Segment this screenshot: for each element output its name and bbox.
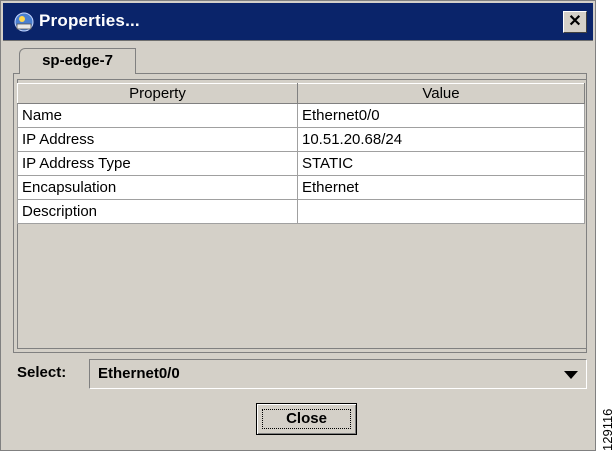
- property-cell[interactable]: IP Address Type: [17, 151, 298, 176]
- column-header-value[interactable]: Value: [297, 83, 585, 104]
- select-row: Select: Ethernet0/0: [13, 357, 587, 389]
- window-title: Properties...: [39, 11, 140, 30]
- tab-sp-edge-7[interactable]: sp-edge-7: [19, 48, 136, 74]
- column-header-property[interactable]: Property: [17, 83, 298, 104]
- property-cell[interactable]: Description: [17, 199, 298, 224]
- table-row[interactable]: IP Address 10.51.20.68/24: [17, 127, 585, 152]
- close-button[interactable]: Close: [256, 403, 357, 435]
- figure-id-label: 129116: [600, 408, 614, 451]
- table-header-row: Property Value: [17, 83, 585, 104]
- value-cell[interactable]: 10.51.20.68/24: [297, 127, 585, 152]
- property-cell[interactable]: Name: [17, 103, 298, 128]
- title-bar[interactable]: Properties... ✕: [3, 3, 593, 41]
- table-row[interactable]: Description: [17, 199, 585, 224]
- value-cell[interactable]: Ethernet0/0: [297, 103, 585, 128]
- value-cell[interactable]: Ethernet: [297, 175, 585, 200]
- properties-app-icon: [14, 12, 34, 32]
- interface-select-dropdown[interactable]: Ethernet0/0: [89, 359, 587, 389]
- select-value: Ethernet0/0: [98, 365, 180, 382]
- value-cell[interactable]: [297, 199, 585, 224]
- focus-rectangle: [262, 409, 351, 429]
- window-close-icon[interactable]: ✕: [563, 11, 587, 33]
- table-row[interactable]: Name Ethernet0/0: [17, 103, 585, 128]
- property-table: Property Value Name Ethernet0/0 IP Addre…: [17, 83, 585, 224]
- table-row[interactable]: Encapsulation Ethernet: [17, 175, 585, 200]
- select-label: Select:: [17, 364, 67, 381]
- value-cell[interactable]: STATIC: [297, 151, 585, 176]
- properties-dialog: Properties... ✕ sp-edge-7 Property Value…: [0, 0, 596, 451]
- property-cell[interactable]: IP Address: [17, 127, 298, 152]
- chevron-down-icon[interactable]: [564, 371, 578, 379]
- table-row[interactable]: IP Address Type STATIC: [17, 151, 585, 176]
- property-cell[interactable]: Encapsulation: [17, 175, 298, 200]
